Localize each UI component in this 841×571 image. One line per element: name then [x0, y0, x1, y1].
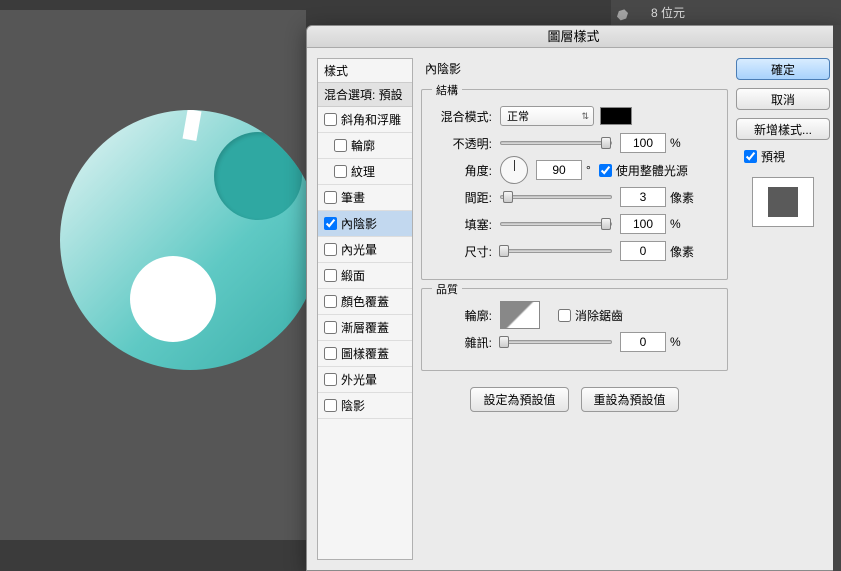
canvas-area: [0, 10, 306, 540]
distance-slider[interactable]: [500, 195, 612, 199]
checkbox-outer-glow[interactable]: [324, 373, 337, 386]
blend-mode-select[interactable]: 正常: [500, 106, 594, 126]
choke-slider[interactable]: [500, 222, 612, 226]
panel-strip: [833, 25, 841, 571]
sidebar-item-texture[interactable]: 紋理: [318, 159, 412, 185]
size-slider[interactable]: [500, 249, 612, 253]
slider-thumb[interactable]: [601, 218, 611, 230]
quality-legend: 品質: [432, 281, 462, 297]
choke-unit: %: [670, 217, 681, 231]
layer-style-dialog: 圖層樣式 樣式 混合選項: 預設 斜角和浮雕 輪廓 紋理 筆畫 內陰影 內光暈 …: [306, 25, 841, 571]
checkbox-contour-sub[interactable]: [334, 139, 347, 152]
angle-dial[interactable]: [500, 156, 528, 184]
sidebar-item-color-overlay[interactable]: 顏色覆蓋: [318, 289, 412, 315]
sidebar-item-outer-glow[interactable]: 外光暈: [318, 367, 412, 393]
noise-slider[interactable]: [500, 340, 612, 344]
angle-label: 角度:: [434, 162, 492, 179]
sidebar-item-drop-shadow[interactable]: 陰影: [318, 393, 412, 419]
taiji-white-dot: [130, 256, 216, 342]
blend-mode-label: 混合模式:: [434, 108, 492, 125]
dialog-title: 圖層樣式: [307, 26, 840, 48]
sidebar-item-stroke[interactable]: 筆畫: [318, 185, 412, 211]
slider-thumb[interactable]: [499, 336, 509, 348]
center-panel: 內陰影 結構 混合模式: 正常 不透明: % 角度:: [421, 58, 728, 560]
distance-unit: 像素: [670, 189, 694, 206]
contour-picker[interactable]: [500, 301, 540, 329]
checkbox-satin[interactable]: [324, 269, 337, 282]
distance-input[interactable]: [620, 187, 666, 207]
noise-input[interactable]: [620, 332, 666, 352]
checkbox-drop-shadow[interactable]: [324, 399, 337, 412]
make-default-button[interactable]: 設定為預設值: [470, 387, 568, 412]
checkbox-color-overlay[interactable]: [324, 295, 337, 308]
sidebar-item-contour-sub[interactable]: 輪廓: [318, 133, 412, 159]
slider-thumb[interactable]: [503, 191, 513, 203]
canvas-artwork: [60, 110, 310, 390]
preview-swatch-inner: [768, 187, 798, 217]
brush-icon: [617, 2, 639, 24]
sidebar-item-inner-shadow[interactable]: 內陰影: [318, 211, 412, 237]
structure-legend: 結構: [432, 82, 462, 98]
right-panel: 確定 取消 新增樣式... 預視: [736, 58, 830, 560]
checkbox-pattern-overlay[interactable]: [324, 347, 337, 360]
sidebar-item-bevel[interactable]: 斜角和浮雕: [318, 107, 412, 133]
taiji-shape: [60, 110, 320, 370]
slider-thumb[interactable]: [601, 137, 611, 149]
angle-input[interactable]: [536, 160, 582, 180]
top-toolbar: 8 位元: [611, 0, 841, 25]
slider-thumb[interactable]: [499, 245, 509, 257]
taiji-notch: [183, 110, 202, 141]
panel-title: 內陰影: [421, 58, 728, 81]
opacity-input[interactable]: [620, 133, 666, 153]
opacity-unit: %: [670, 136, 681, 150]
sidebar-item-satin[interactable]: 緞面: [318, 263, 412, 289]
choke-input[interactable]: [620, 214, 666, 234]
choke-label: 填塞:: [434, 216, 492, 233]
size-input[interactable]: [620, 241, 666, 261]
shadow-color-swatch[interactable]: [600, 107, 632, 125]
preview-swatch: [752, 177, 814, 227]
new-style-button[interactable]: 新增樣式...: [736, 118, 830, 140]
checkbox-inner-shadow[interactable]: [324, 217, 337, 230]
size-unit: 像素: [670, 243, 694, 260]
reset-default-button[interactable]: 重設為預設值: [581, 387, 679, 412]
checkbox-stroke[interactable]: [324, 191, 337, 204]
styles-sidebar: 樣式 混合選項: 預設 斜角和浮雕 輪廓 紋理 筆畫 內陰影 內光暈 緞面 顏色…: [317, 58, 413, 560]
opacity-label: 不透明:: [434, 135, 492, 152]
global-light-checkbox[interactable]: 使用整體光源: [599, 162, 688, 179]
checkbox-texture[interactable]: [334, 165, 347, 178]
sidebar-item-pattern-overlay[interactable]: 圖樣覆蓋: [318, 341, 412, 367]
size-label: 尺寸:: [434, 243, 492, 260]
sidebar-subheader[interactable]: 混合選項: 預設: [318, 83, 412, 107]
noise-unit: %: [670, 335, 681, 349]
quality-fieldset: 品質 輪廓: 消除鋸齒 雜訊: %: [421, 288, 728, 371]
contour-label: 輪廓:: [434, 307, 492, 324]
checkbox-inner-glow[interactable]: [324, 243, 337, 256]
angle-unit: °: [586, 163, 591, 177]
antialias-checkbox[interactable]: 消除鋸齒: [558, 307, 623, 324]
noise-label: 雜訊:: [434, 334, 492, 351]
cancel-button[interactable]: 取消: [736, 88, 830, 110]
bit-depth-label: 8 位元: [651, 4, 685, 21]
opacity-slider[interactable]: [500, 141, 612, 145]
defaults-button-row: 設定為預設值 重設為預設值: [421, 387, 728, 412]
checkbox-bevel[interactable]: [324, 113, 337, 126]
structure-fieldset: 結構 混合模式: 正常 不透明: % 角度: ° 使用整體光: [421, 89, 728, 280]
preview-checkbox[interactable]: 預視: [736, 148, 830, 165]
sidebar-header[interactable]: 樣式: [318, 59, 412, 83]
taiji-dark-dot: [214, 132, 302, 220]
sidebar-item-gradient-overlay[interactable]: 漸層覆蓋: [318, 315, 412, 341]
sidebar-item-inner-glow[interactable]: 內光暈: [318, 237, 412, 263]
checkbox-gradient-overlay[interactable]: [324, 321, 337, 334]
ok-button[interactable]: 確定: [736, 58, 830, 80]
distance-label: 間距:: [434, 189, 492, 206]
